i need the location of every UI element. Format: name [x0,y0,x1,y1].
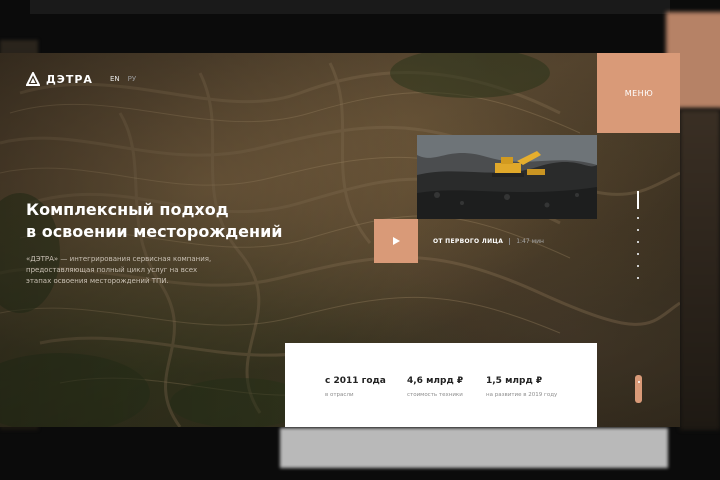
pager-dot[interactable] [637,241,639,243]
stat-investment: 1,5 млрд ₽ на развитие в 2019 году [486,376,557,398]
pager-dot[interactable] [637,265,639,267]
page-title: Комплексный подход в освоении месторожде… [26,199,326,243]
pager-dot[interactable] [637,217,639,219]
video-caption: ОТ ПЕРВОГО ЛИЦА 1:47 мин [433,238,544,245]
scroll-down-button[interactable] [635,375,642,403]
lang-ru-link[interactable]: РУ [128,75,137,83]
play-icon [392,237,400,245]
hero-frame: ДЭТРА EN РУ МЕНЮ Комплексный подход в ос… [0,53,680,427]
backdrop-top [30,0,670,14]
pager-dot[interactable] [637,229,639,231]
stat-value: с 2011 года [325,376,386,386]
stat-value: 4,6 млрд ₽ [407,376,464,386]
scroll-dot-icon [637,381,640,383]
pager-active-indicator [637,191,639,209]
menu-button[interactable]: МЕНЮ [597,53,680,133]
language-switcher: EN РУ [110,75,136,83]
brand-name: ДЭТРА [46,72,93,86]
stat-label: стоимость техники [407,392,463,398]
page-title-line-2: в освоении месторождений [26,222,283,241]
lang-en-link[interactable]: EN [110,75,120,83]
pager-dot[interactable] [637,253,639,255]
stat-label: в отрасли [325,392,354,398]
page-title-line-1: Комплексный подход [26,200,229,219]
logo[interactable]: ДЭТРА [26,72,93,86]
video-caption-divider [509,238,511,245]
triangle-logo-icon [26,72,40,86]
stats-panel: с 2011 года в отрасли 4,6 млрд ₽ стоимос… [285,343,597,427]
stat-years: с 2011 года в отрасли [325,376,386,398]
pager-dot[interactable] [637,277,639,279]
stat-equipment: 4,6 млрд ₽ стоимость техники [407,376,463,398]
backdrop-bottom [280,428,668,468]
video-title: ОТ ПЕРВОГО ЛИЦА [433,238,504,245]
video-duration: 1:47 мин [516,238,544,245]
stat-label: на развитие в 2019 году [486,392,558,398]
excavator-photo [417,135,597,219]
slide-pager[interactable] [636,191,639,286]
video-thumbnail[interactable] [417,135,597,219]
hero-description: «ДЭТРА» — интегрирования сервисная компа… [26,255,212,285]
play-button[interactable] [374,219,418,263]
stat-value: 1,5 млрд ₽ [486,376,543,386]
backdrop-right [680,110,720,430]
